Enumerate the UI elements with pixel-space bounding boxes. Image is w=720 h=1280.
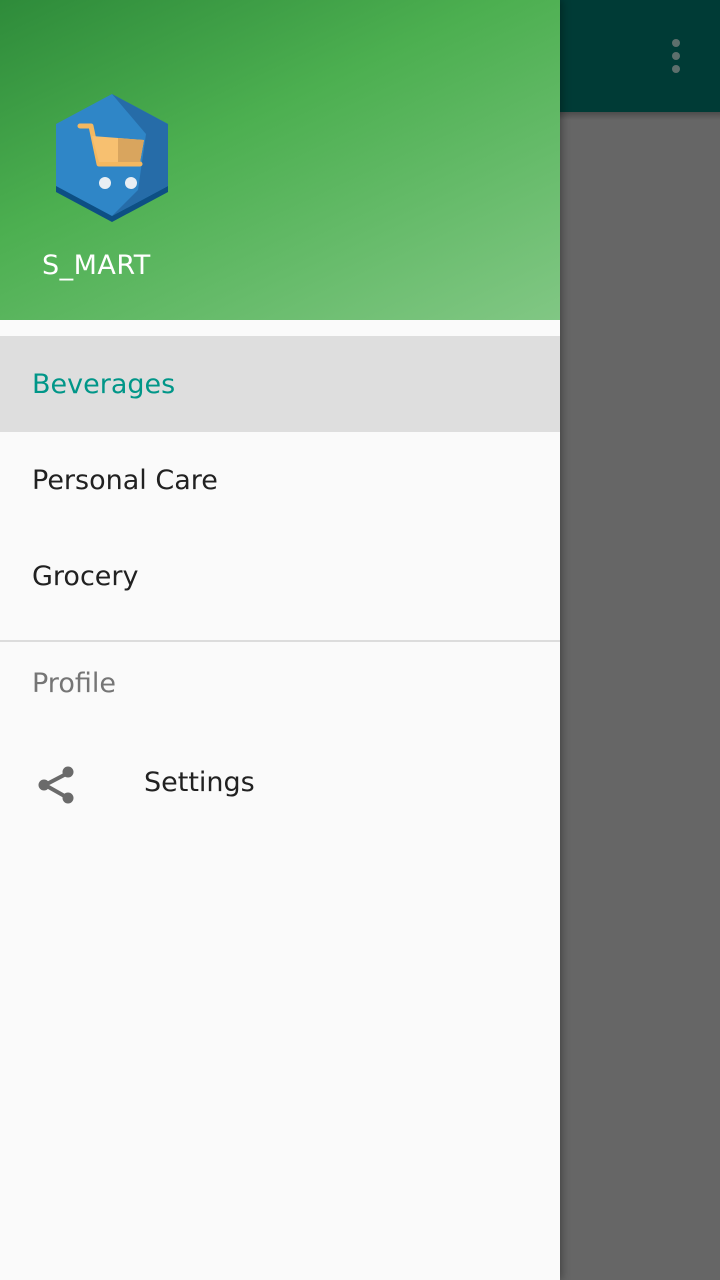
menu-item-grocery[interactable]: Grocery [0, 528, 560, 624]
menu-item-settings[interactable]: Settings [0, 737, 560, 833]
overflow-dot [672, 39, 680, 47]
navigation-drawer: S_MART Beverages Personal Care Grocery P… [0, 0, 560, 1280]
drawer-menu: Beverages Personal Care Grocery [0, 336, 560, 624]
screen: S_MART Beverages Personal Care Grocery P… [0, 0, 720, 1280]
share-icon [38, 766, 74, 804]
overflow-dot [672, 65, 680, 73]
drawer-header: S_MART [0, 0, 560, 320]
shopping-cart-hexagon-icon [56, 94, 168, 222]
app-name: S_MART [42, 250, 151, 281]
menu-item-beverages[interactable]: Beverages [0, 336, 560, 432]
settings-label: Settings [144, 767, 255, 798]
divider [0, 640, 560, 642]
menu-item-personal-care[interactable]: Personal Care [0, 432, 560, 528]
overflow-dot [672, 52, 680, 60]
more-vertical-icon[interactable] [656, 36, 696, 76]
section-header-profile: Profile [32, 668, 116, 699]
